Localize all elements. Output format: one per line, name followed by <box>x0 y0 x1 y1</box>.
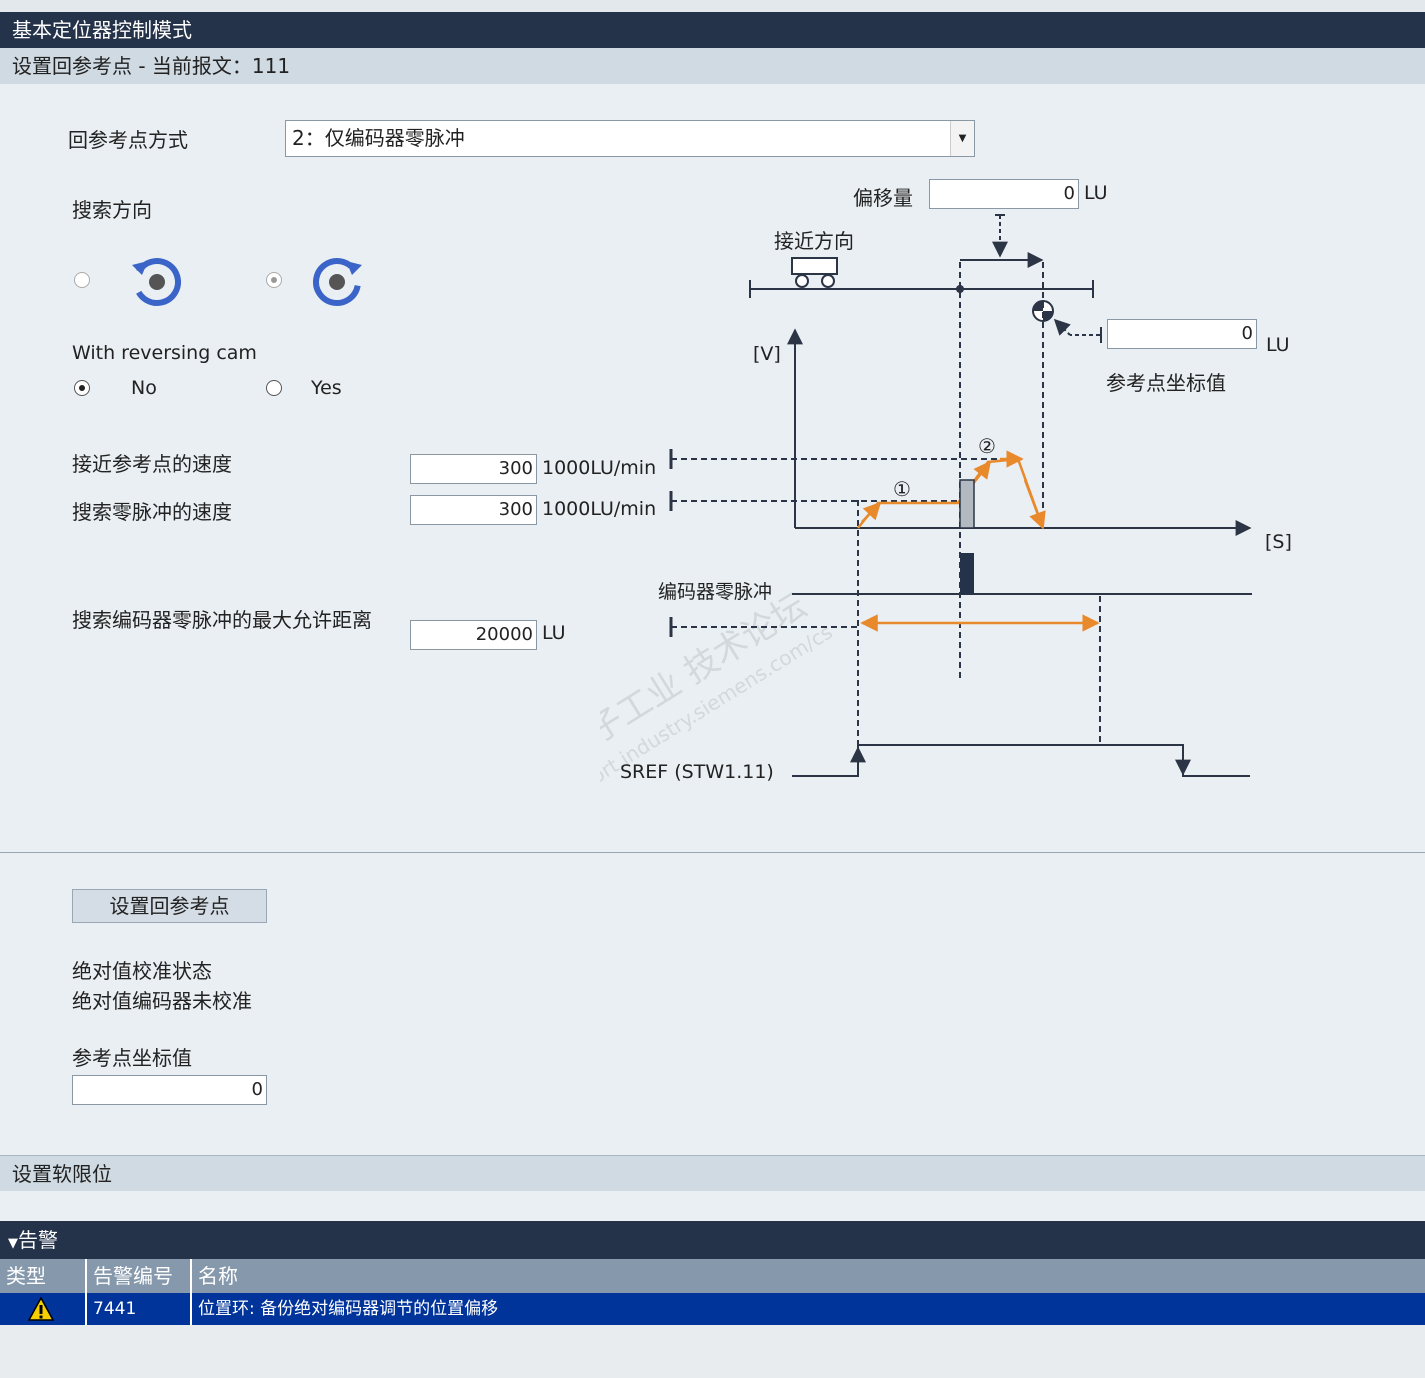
column-header-type[interactable]: 类型 <box>0 1259 87 1293</box>
warning-icon <box>28 1297 54 1321</box>
alarm-panel-header[interactable]: ▼告警 <box>0 1221 1425 1259</box>
section-header-homing: 设置回参考点 - 当前报文：111 <box>0 48 1425 84</box>
page-title: 基本定位器控制模式 <box>0 12 1425 48</box>
approach-direction-label: 接近方向 <box>774 229 854 253</box>
direction-negative-radio[interactable] <box>74 272 90 288</box>
ref-coordinate-diagram-input[interactable]: 0 <box>1107 319 1257 349</box>
abs-calibration-label: 绝对值校准状态 <box>72 959 212 983</box>
section-header-soft-limits[interactable]: 设置软限位 <box>0 1155 1425 1191</box>
marker-1: ① <box>893 477 911 501</box>
column-header-name[interactable]: 名称 <box>192 1259 1425 1293</box>
zero-pulse-label: 编码器零脉冲 <box>658 581 772 603</box>
section-divider <box>0 852 1425 853</box>
chevron-down-icon[interactable]: ▼ <box>950 121 974 156</box>
direction-positive-radio[interactable] <box>266 272 282 288</box>
search-speed-input[interactable]: 300 <box>410 495 537 525</box>
rotate-ccw-icon <box>132 258 182 306</box>
homing-mode-select[interactable]: 2：仅编码器零脉冲 <box>285 120 975 157</box>
reversing-cam-yes-label: Yes <box>311 377 342 399</box>
alarm-name-cell: 位置环: 备份绝对编码器调节的位置偏移 <box>198 1299 499 1319</box>
alarm-table-header: 类型 告警编号 名称 <box>0 1259 1425 1293</box>
sref-label: SREF (STW1.11) <box>620 761 774 783</box>
s-axis-label: [S] <box>1265 531 1292 553</box>
table-row[interactable]: 7441 位置环: 备份绝对编码器调节的位置偏移 <box>0 1293 1425 1325</box>
ref-coordinate-diagram-unit: LU <box>1266 334 1290 356</box>
cart-icon <box>791 257 838 288</box>
marker-2: ② <box>978 434 996 458</box>
ref-coordinate-diagram-label: 参考点坐标值 <box>1106 371 1226 395</box>
caret-down-icon: ▼ <box>8 1236 18 1251</box>
set-reference-point-button[interactable]: 设置回参考点 <box>72 889 267 923</box>
reversing-cam-label: With reversing cam <box>72 342 257 364</box>
column-header-number[interactable]: 告警编号 <box>87 1259 192 1293</box>
max-distance-label: 搜索编码器零脉冲的最大允许距离 <box>72 608 372 632</box>
ref-coordinate-input[interactable]: 0 <box>72 1075 267 1105</box>
alarm-table-empty-area <box>0 1325 1425 1378</box>
v-axis-label: [V] <box>753 343 781 365</box>
offset-unit: LU <box>1084 182 1108 204</box>
ref-coordinate-label: 参考点坐标值 <box>72 1046 192 1070</box>
search-speed-label: 搜索零脉冲的速度 <box>72 500 232 524</box>
approach-speed-label: 接近参考点的速度 <box>72 452 232 476</box>
homing-diagram: 西门子工业 技术论坛 support.industry.siemens.com/… <box>600 214 1292 814</box>
top-toolbar-strip <box>0 0 1425 12</box>
max-distance-input[interactable]: 20000 <box>410 620 537 650</box>
offset-input[interactable]: 0 <box>929 179 1079 209</box>
offset-label: 偏移量 <box>853 186 913 210</box>
abs-calibration-value: 绝对值编码器未校准 <box>72 989 252 1013</box>
reversing-cam-no-label: No <box>131 377 157 399</box>
reversing-cam-yes-radio[interactable] <box>266 380 282 396</box>
alarm-panel-title: 告警 <box>18 1228 58 1252</box>
alarm-number-cell: 7441 <box>87 1293 192 1325</box>
rotate-cw-icon <box>313 258 362 306</box>
approach-speed-input[interactable]: 300 <box>410 454 537 484</box>
search-direction-label: 搜索方向 <box>72 198 152 222</box>
homing-mode-label: 回参考点方式 <box>68 128 188 152</box>
reversing-cam-no-radio[interactable] <box>74 380 90 396</box>
max-distance-unit: LU <box>542 622 566 644</box>
alarm-type-cell <box>0 1293 87 1325</box>
